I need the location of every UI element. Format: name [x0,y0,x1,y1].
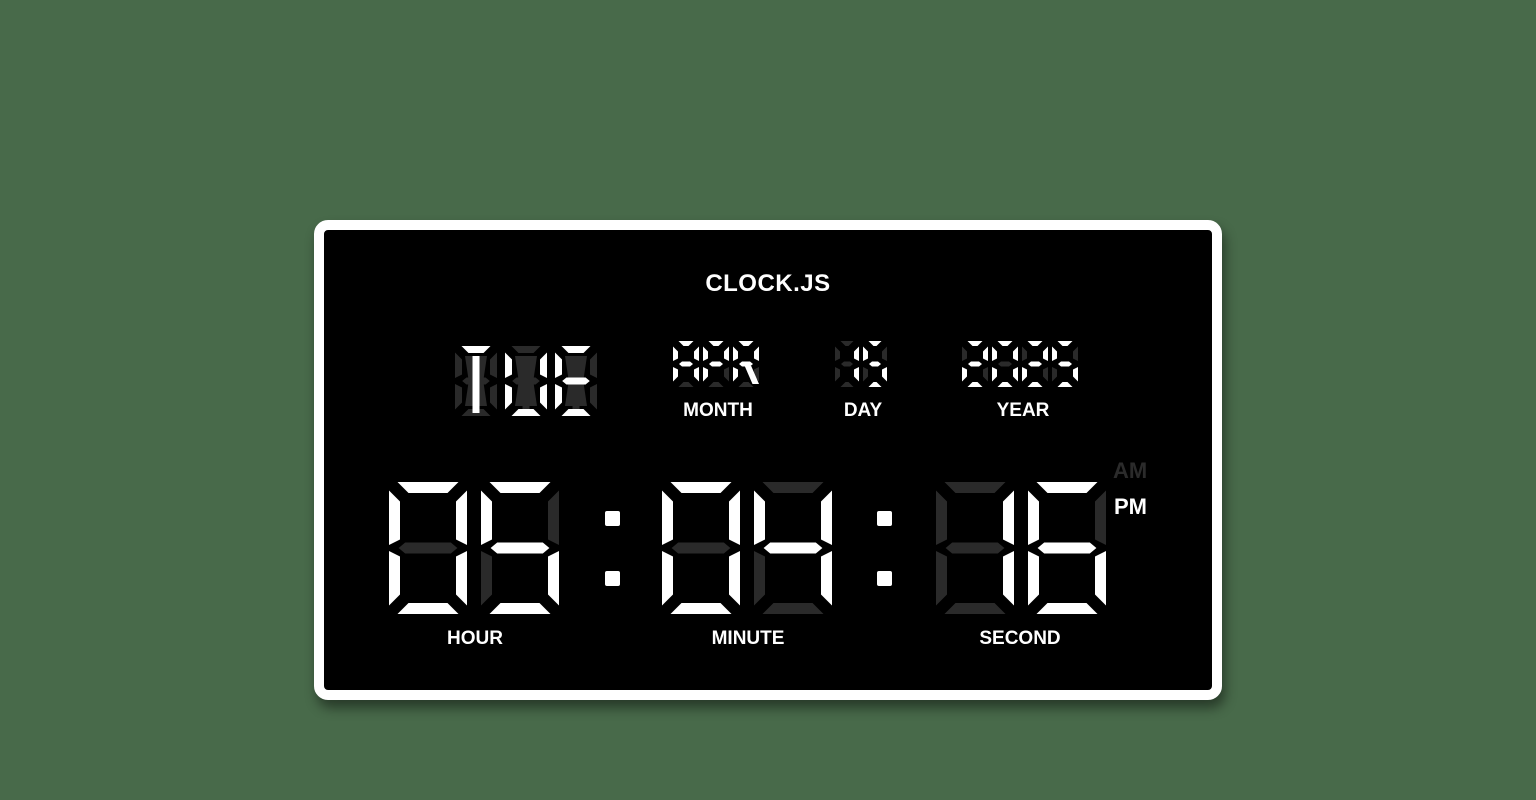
hour-label: HOUR [447,628,503,649]
digit-r [733,341,759,387]
minute-display [662,482,832,619]
digit-0 [389,482,467,614]
minute-label: MINUTE [711,628,785,649]
digit-5 [481,482,559,614]
digit-4 [754,482,832,614]
month-label: MONTH [683,400,753,421]
digit-p [703,341,729,387]
day-display [835,341,887,392]
digit-6 [1028,482,1106,614]
second-display [936,482,1106,619]
weekday-display [455,346,597,421]
digit-2 [962,341,988,387]
am-indicator: AM [1113,458,1148,483]
year-label: YEAR [996,400,1050,421]
colon-dot [877,511,892,526]
digit-u [505,346,547,416]
digit-a [673,341,699,387]
colon-dot [605,571,620,586]
pm-indicator: PM [1114,494,1147,519]
app-title: CLOCK.JS [705,270,831,297]
digit-1 [936,482,1014,614]
digit-t [455,346,497,416]
digit-e [555,346,597,416]
digit-0 [662,482,740,614]
month-display [673,341,759,392]
clock-panel: CLOCK.JS MONTH DAY YEAR HOUR MINUTE SECO… [314,220,1222,700]
digit-2 [1022,341,1048,387]
digit-1 [835,341,859,387]
day-label: DAY [843,400,883,421]
second-label: SECOND [979,628,1061,649]
year-display [962,341,1078,392]
digit-0 [992,341,1018,387]
hour-display [389,482,559,619]
colon-dot [877,571,892,586]
digit-5 [1052,341,1078,387]
colon-dot [605,511,620,526]
digit-5 [863,341,887,387]
